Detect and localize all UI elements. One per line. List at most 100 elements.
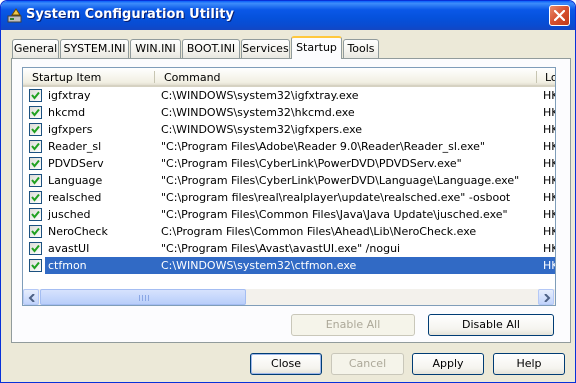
tab-tools[interactable]: Tools bbox=[343, 39, 379, 58]
startup-item-checkbox[interactable] bbox=[29, 174, 42, 187]
enable-all-button[interactable]: Enable All bbox=[291, 314, 415, 336]
checkmark-icon bbox=[31, 261, 40, 270]
table-row[interactable]: avastUI "C:\Program Files\Avast\avastUI.e… bbox=[23, 240, 555, 257]
startup-item-command: "C:\Program Files\Adobe\Reader 9.0\Reade… bbox=[161, 140, 485, 153]
tab-startup[interactable]: Startup bbox=[291, 36, 342, 59]
startup-items-list[interactable]: Startup Item Command Lo igfxtray C:\WINDO… bbox=[22, 67, 556, 306]
startup-item-checkbox[interactable] bbox=[29, 89, 42, 102]
startup-item-command: C:\WINDOWS\system32\igfxtray.exe bbox=[161, 89, 359, 102]
checkmark-icon bbox=[31, 142, 40, 151]
disable-all-button[interactable]: Disable All bbox=[428, 314, 554, 336]
startup-item-location: HK bbox=[543, 259, 555, 272]
checkmark-icon bbox=[31, 159, 40, 168]
startup-item-location: HK bbox=[543, 106, 555, 119]
horizontal-scrollbar[interactable] bbox=[23, 289, 555, 305]
startup-item-checkbox[interactable] bbox=[29, 106, 42, 119]
startup-item-checkbox[interactable] bbox=[29, 123, 42, 136]
cancel-button[interactable]: Cancel bbox=[331, 353, 404, 375]
startup-item-checkbox[interactable] bbox=[29, 225, 42, 238]
tab-general[interactable]: General bbox=[12, 39, 59, 58]
startup-item-name: ctfmon bbox=[48, 259, 87, 272]
list-header: Startup Item Command Lo bbox=[23, 68, 555, 87]
thumb-grip bbox=[148, 295, 149, 301]
arrow-right-icon bbox=[544, 294, 551, 302]
startup-item-location: HK bbox=[543, 174, 555, 187]
thumb-grip bbox=[139, 295, 140, 301]
arrow-left-icon bbox=[28, 294, 35, 302]
startup-item-location: HK bbox=[543, 242, 555, 255]
startup-item-location: HK bbox=[543, 157, 555, 170]
startup-item-name: jusched bbox=[48, 208, 91, 221]
checkmark-icon bbox=[31, 176, 40, 185]
table-row[interactable]: igfxpers C:\WINDOWS\system32\igfxpers.exe… bbox=[23, 121, 555, 138]
table-row[interactable]: igfxtray C:\WINDOWS\system32\igfxtray.exe… bbox=[23, 87, 555, 104]
startup-item-checkbox[interactable] bbox=[29, 191, 42, 204]
close-window-button[interactable] bbox=[549, 5, 570, 26]
msconfig-app-icon bbox=[7, 8, 22, 23]
checkmark-icon bbox=[31, 193, 40, 202]
close-button[interactable]: Close bbox=[250, 353, 322, 375]
tab-services[interactable]: Services bbox=[241, 39, 290, 58]
startup-item-command: "C:\Program Files\CyberLink\PowerDVD\Lan… bbox=[161, 174, 520, 187]
tab-boot-ini[interactable]: BOOT.INI bbox=[182, 39, 240, 58]
startup-item-location: HK bbox=[543, 225, 555, 238]
table-row[interactable]: NeroCheck C:\Program Files\Common Files\A… bbox=[23, 223, 555, 240]
startup-item-location: HK bbox=[543, 191, 555, 204]
startup-item-checkbox[interactable] bbox=[29, 242, 42, 255]
column-header-startup-item[interactable]: Startup Item bbox=[32, 71, 101, 84]
startup-item-name: Reader_sl bbox=[48, 140, 102, 153]
startup-item-command: "C:\Program Files\Avast\avastUI.exe" /no… bbox=[161, 242, 401, 255]
startup-item-name: igfxtray bbox=[48, 89, 91, 102]
checkmark-icon bbox=[31, 108, 40, 117]
table-row[interactable]: ctfmon C:\WINDOWS\system32\ctfmon.exe HK bbox=[23, 257, 555, 274]
thumb-grip bbox=[142, 295, 143, 301]
column-divider[interactable] bbox=[154, 71, 155, 83]
startup-item-checkbox[interactable] bbox=[29, 208, 42, 221]
startup-item-name: realsched bbox=[48, 191, 102, 204]
scroll-left-button[interactable] bbox=[23, 289, 39, 305]
help-button[interactable]: Help bbox=[493, 353, 565, 375]
checkmark-icon bbox=[31, 227, 40, 236]
checkmark-icon bbox=[31, 210, 40, 219]
title-bar[interactable]: System Configuration Utility bbox=[1, 1, 575, 30]
thumb-grip bbox=[145, 295, 146, 301]
table-row[interactable]: PDVDServ "C:\Program Files\CyberLink\Powe… bbox=[23, 155, 555, 172]
startup-item-name: PDVDServ bbox=[48, 157, 104, 170]
startup-item-location: HK bbox=[543, 140, 555, 153]
startup-item-command: C:\WINDOWS\system32\hkcmd.exe bbox=[161, 106, 355, 119]
apply-button[interactable]: Apply bbox=[412, 353, 484, 375]
column-divider[interactable] bbox=[536, 71, 537, 83]
system-configuration-window: System Configuration Utility General SYS… bbox=[0, 0, 576, 383]
startup-item-name: Language bbox=[48, 174, 103, 187]
table-row[interactable]: Language "C:\Program Files\CyberLink\Powe… bbox=[23, 172, 555, 189]
startup-item-checkbox[interactable] bbox=[29, 157, 42, 170]
startup-item-name: hkcmd bbox=[48, 106, 86, 119]
scrollbar-thumb[interactable] bbox=[40, 289, 246, 305]
tab-system-ini[interactable]: SYSTEM.INI bbox=[60, 39, 129, 58]
checkmark-icon bbox=[31, 91, 40, 100]
checkmark-icon bbox=[31, 244, 40, 253]
table-row[interactable]: realsched "C:\program files\real\realplay… bbox=[23, 189, 555, 206]
column-header-command[interactable]: Command bbox=[164, 71, 221, 84]
column-header-location[interactable]: Lo bbox=[545, 71, 555, 84]
startup-item-command: "C:\Program Files\CyberLink\PowerDVD\PDV… bbox=[161, 157, 462, 170]
table-row[interactable]: jusched "C:\Program Files\Common Files\Ja… bbox=[23, 206, 555, 223]
startup-item-location: HK bbox=[543, 89, 555, 102]
tab-win-ini[interactable]: WIN.INI bbox=[130, 39, 181, 58]
table-row[interactable]: Reader_sl "C:\Program Files\Adobe\Reader … bbox=[23, 138, 555, 155]
startup-item-checkbox[interactable] bbox=[29, 140, 42, 153]
startup-item-command: "C:\program files\real\realplayer\update… bbox=[161, 191, 511, 204]
startup-item-checkbox[interactable] bbox=[29, 259, 42, 272]
table-row[interactable]: hkcmd C:\WINDOWS\system32\hkcmd.exe HK bbox=[23, 104, 555, 121]
checkmark-icon bbox=[31, 125, 40, 134]
startup-item-name: avastUI bbox=[48, 242, 90, 255]
startup-item-location: HK bbox=[543, 123, 555, 136]
startup-item-command: C:\WINDOWS\system32\ctfmon.exe bbox=[161, 259, 357, 272]
startup-item-name: NeroCheck bbox=[48, 225, 108, 238]
close-icon bbox=[554, 10, 565, 21]
startup-item-command: C:\Program Files\Common Files\Ahead\Lib\… bbox=[161, 225, 477, 238]
startup-item-command: C:\WINDOWS\system32\igfxpers.exe bbox=[161, 123, 363, 136]
startup-item-name: igfxpers bbox=[48, 123, 93, 136]
scroll-right-button[interactable] bbox=[538, 289, 554, 305]
startup-item-command: "C:\Program Files\Common Files\Java\Java… bbox=[161, 208, 508, 221]
